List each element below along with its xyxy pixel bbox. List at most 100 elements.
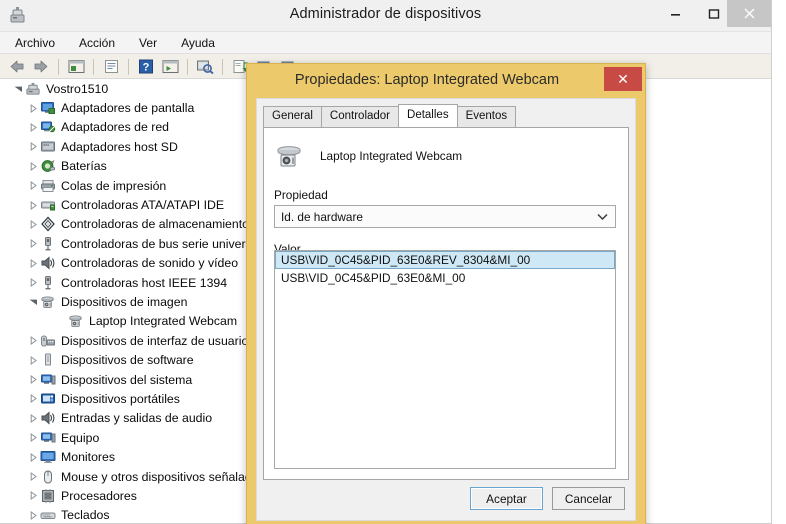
screen: Administrador de dispositivos Archivo Ac…: [0, 0, 786, 524]
minimize-button[interactable]: [657, 0, 695, 27]
tree-item-label: Dispositivos de software: [61, 353, 194, 368]
tree-twisty-collapsed-icon[interactable]: [27, 451, 40, 464]
page-title: Administrador de dispositivos: [289, 6, 482, 22]
tree-twisty-collapsed-icon[interactable]: [27, 102, 40, 115]
imaging-device-icon: [40, 294, 56, 310]
tree-twisty-collapsed-icon[interactable]: [27, 489, 40, 502]
tree-twisty-none-icon[interactable]: [55, 315, 68, 328]
ok-button[interactable]: Aceptar: [470, 487, 543, 510]
tree-item-label: Laptop Integrated Webcam: [89, 314, 238, 329]
menu-accion[interactable]: Acción: [76, 35, 118, 51]
scan-hardware-changes-icon[interactable]: [194, 56, 216, 77]
tree-item-label: Procesadores: [61, 488, 137, 503]
property-dropdown-value: Id. de hardware: [281, 209, 363, 224]
toolbar-separator: [187, 58, 188, 75]
forward-icon[interactable]: [30, 56, 52, 77]
tree-twisty-collapsed-icon[interactable]: [27, 470, 40, 483]
audio-io-icon: [40, 410, 56, 426]
value-list-item[interactable]: USB\VID_0C45&PID_63E0&REV_8304&MI_00: [275, 251, 615, 269]
tree-twisty-collapsed-icon[interactable]: [27, 334, 40, 347]
chevron-down-icon: [597, 210, 608, 224]
tree-item-label: Controladoras de almacenamiento: [61, 217, 249, 232]
dialog-body: General Controlador Detalles Eventos Lap…: [256, 98, 636, 521]
tree-item-label: Monitores: [61, 450, 115, 465]
tree-twisty-collapsed-icon[interactable]: [27, 237, 40, 250]
portable-device-icon: [40, 391, 56, 407]
tree-twisty-collapsed-icon[interactable]: [27, 276, 40, 289]
show-hide-console-tree-icon[interactable]: [65, 56, 87, 77]
back-icon[interactable]: [6, 56, 28, 77]
tree-twisty-expanded-icon[interactable]: [12, 82, 25, 95]
tree-item-label: Baterías: [61, 159, 107, 174]
tree-twisty-collapsed-icon[interactable]: [27, 257, 40, 270]
ide-controller-icon: [40, 197, 56, 213]
tab-general[interactable]: General: [263, 106, 322, 127]
tree-item-label: Teclados: [61, 508, 110, 523]
tree-twisty-collapsed-icon[interactable]: [27, 509, 40, 522]
ieee1394-icon: [40, 275, 56, 291]
tree-twisty-collapsed-icon[interactable]: [27, 121, 40, 134]
tab-panel-detalles: Laptop Integrated Webcam Propiedad Id. d…: [263, 127, 629, 480]
toolbar-separator: [58, 58, 59, 75]
tree-item-label: Equipo: [61, 430, 100, 445]
value-list-item[interactable]: USB\VID_0C45&PID_63E0&MI_00: [275, 269, 615, 287]
dialog-tabs: General Controlador Detalles Eventos: [263, 104, 635, 127]
tab-controlador[interactable]: Controlador: [320, 106, 400, 127]
tree-twisty-collapsed-icon[interactable]: [27, 199, 40, 212]
tree-item-label: Adaptadores de red: [61, 120, 170, 135]
tree-item-label: Adaptadores de pantalla: [61, 101, 195, 116]
monitor-icon: [40, 449, 56, 465]
svg-text:?: ?: [143, 62, 150, 74]
value-listbox[interactable]: USB\VID_0C45&PID_63E0&REV_8304&MI_00 USB\…: [274, 250, 616, 469]
close-button[interactable]: [727, 0, 771, 27]
computer-icon: [25, 81, 41, 97]
tab-detalles[interactable]: Detalles: [398, 104, 458, 127]
properties-dialog: Propiedades: Laptop Integrated Webcam ✕ …: [246, 63, 646, 524]
tree-item-label: Dispositivos portátiles: [61, 391, 180, 406]
tree-twisty-collapsed-icon[interactable]: [27, 392, 40, 405]
toolbar-separator: [128, 58, 129, 75]
tree-item-label: Entradas y salidas de audio: [61, 411, 213, 426]
tree-item-label: Dispositivos del sistema: [61, 372, 193, 387]
device-name: Laptop Integrated Webcam: [320, 149, 463, 163]
properties-icon[interactable]: [100, 56, 122, 77]
tree-item-label: Controladoras de bus serie universal: [61, 236, 262, 251]
tree-twisty-collapsed-icon[interactable]: [27, 179, 40, 192]
property-label: Propiedad: [274, 188, 328, 202]
view-details-icon[interactable]: [159, 56, 181, 77]
battery-icon: [40, 158, 56, 174]
menubar: Archivo Acción Ver Ayuda: [0, 32, 771, 54]
dialog-buttons: Aceptar Cancelar: [470, 487, 625, 510]
tree-item-label: Dispositivos de interfaz de usuario: [61, 333, 249, 348]
tree-twisty-collapsed-icon[interactable]: [27, 140, 40, 153]
tree-item-label: Colas de impresión: [61, 178, 167, 193]
menu-archivo[interactable]: Archivo: [12, 35, 58, 51]
tree-twisty-expanded-icon[interactable]: [27, 295, 40, 308]
tab-eventos[interactable]: Eventos: [456, 106, 517, 127]
property-dropdown[interactable]: Id. de hardware: [274, 205, 616, 228]
device-header: Laptop Integrated Webcam: [264, 128, 628, 174]
tree-item-label: Vostro1510: [46, 81, 109, 96]
storage-controller-icon: [40, 216, 56, 232]
tree-twisty-collapsed-icon[interactable]: [27, 354, 40, 367]
cancel-button[interactable]: Cancelar: [552, 487, 625, 510]
tree-item-label: Adaptadores host SD: [61, 139, 178, 154]
computer-node-icon: [40, 430, 56, 446]
webcam-icon: [274, 141, 306, 171]
tree-twisty-collapsed-icon[interactable]: [27, 431, 40, 444]
menu-ver[interactable]: Ver: [136, 35, 160, 51]
system-device-icon: [40, 372, 56, 388]
tree-twisty-collapsed-icon[interactable]: [27, 218, 40, 231]
tree-twisty-collapsed-icon[interactable]: [27, 160, 40, 173]
printer-icon: [40, 178, 56, 194]
toolbar-separator: [93, 58, 94, 75]
dialog-titlebar: Propiedades: Laptop Integrated Webcam ✕: [247, 64, 645, 98]
dialog-close-button[interactable]: ✕: [604, 67, 642, 91]
tree-twisty-collapsed-icon[interactable]: [27, 412, 40, 425]
toolbar-separator: [222, 58, 223, 75]
menu-ayuda[interactable]: Ayuda: [178, 35, 218, 51]
tree-item-label: Controladoras de sonido y vídeo: [61, 256, 239, 271]
help-icon[interactable]: ?: [135, 56, 157, 77]
tree-twisty-collapsed-icon[interactable]: [27, 373, 40, 386]
network-adapter-icon: [40, 119, 56, 135]
